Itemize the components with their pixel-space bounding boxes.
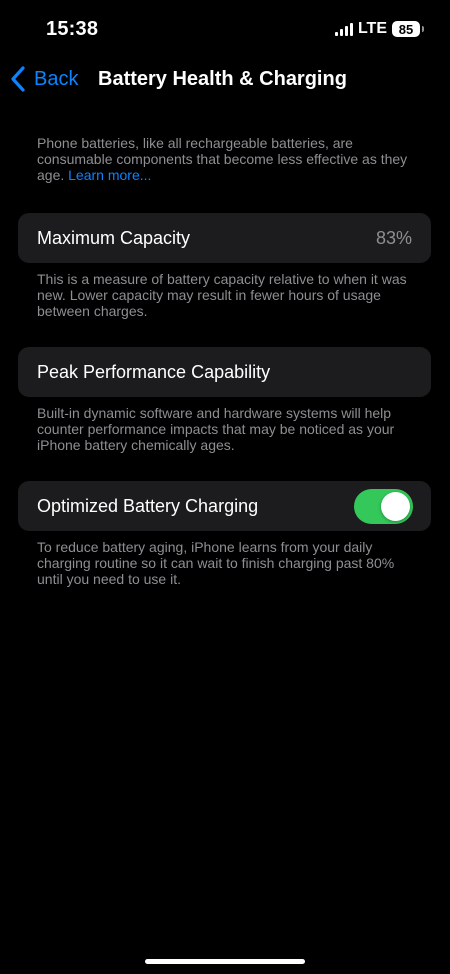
status-indicators: LTE 85: [334, 20, 424, 38]
peak-performance-footer: Built-in dynamic software and hardware s…: [37, 405, 395, 453]
optimized-charging-footer: To reduce battery aging, iPhone learns f…: [37, 539, 395, 587]
navigation-bar: Back Battery Health & Charging: [0, 62, 450, 98]
cellular-signal-icon: [334, 22, 353, 36]
home-indicator[interactable]: [145, 959, 305, 964]
battery-icon: 85: [392, 21, 424, 37]
intro-description: Phone batteries, like all rechargeable b…: [37, 135, 417, 183]
network-type-label: LTE: [357, 20, 387, 37]
optimized-charging-cell: Optimized Battery Charging: [18, 481, 431, 531]
maximum-capacity-label: Maximum Capacity: [37, 227, 191, 248]
maximum-capacity-footer: This is a measure of battery capacity re…: [37, 271, 407, 319]
learn-more-link[interactable]: Learn more...: [68, 167, 151, 183]
back-label: Back: [34, 67, 79, 90]
battery-level-label: 85: [398, 21, 414, 37]
peak-performance-cell[interactable]: Peak Performance Capability: [18, 347, 431, 397]
optimized-charging-label: Optimized Battery Charging: [37, 495, 259, 516]
maximum-capacity-cell: Maximum Capacity 83%: [18, 213, 431, 263]
page-title: Battery Health & Charging: [98, 68, 347, 90]
toggle-knob: [381, 491, 410, 521]
chevron-left-icon: [11, 66, 25, 92]
status-time: 15:38: [46, 18, 99, 40]
back-button[interactable]: Back: [10, 66, 78, 92]
status-bar: 15:38 LTE 85: [0, 0, 450, 60]
peak-performance-label: Peak Performance Capability: [37, 361, 271, 382]
maximum-capacity-value: 83%: [375, 227, 412, 248]
optimized-charging-toggle[interactable]: [354, 488, 413, 524]
